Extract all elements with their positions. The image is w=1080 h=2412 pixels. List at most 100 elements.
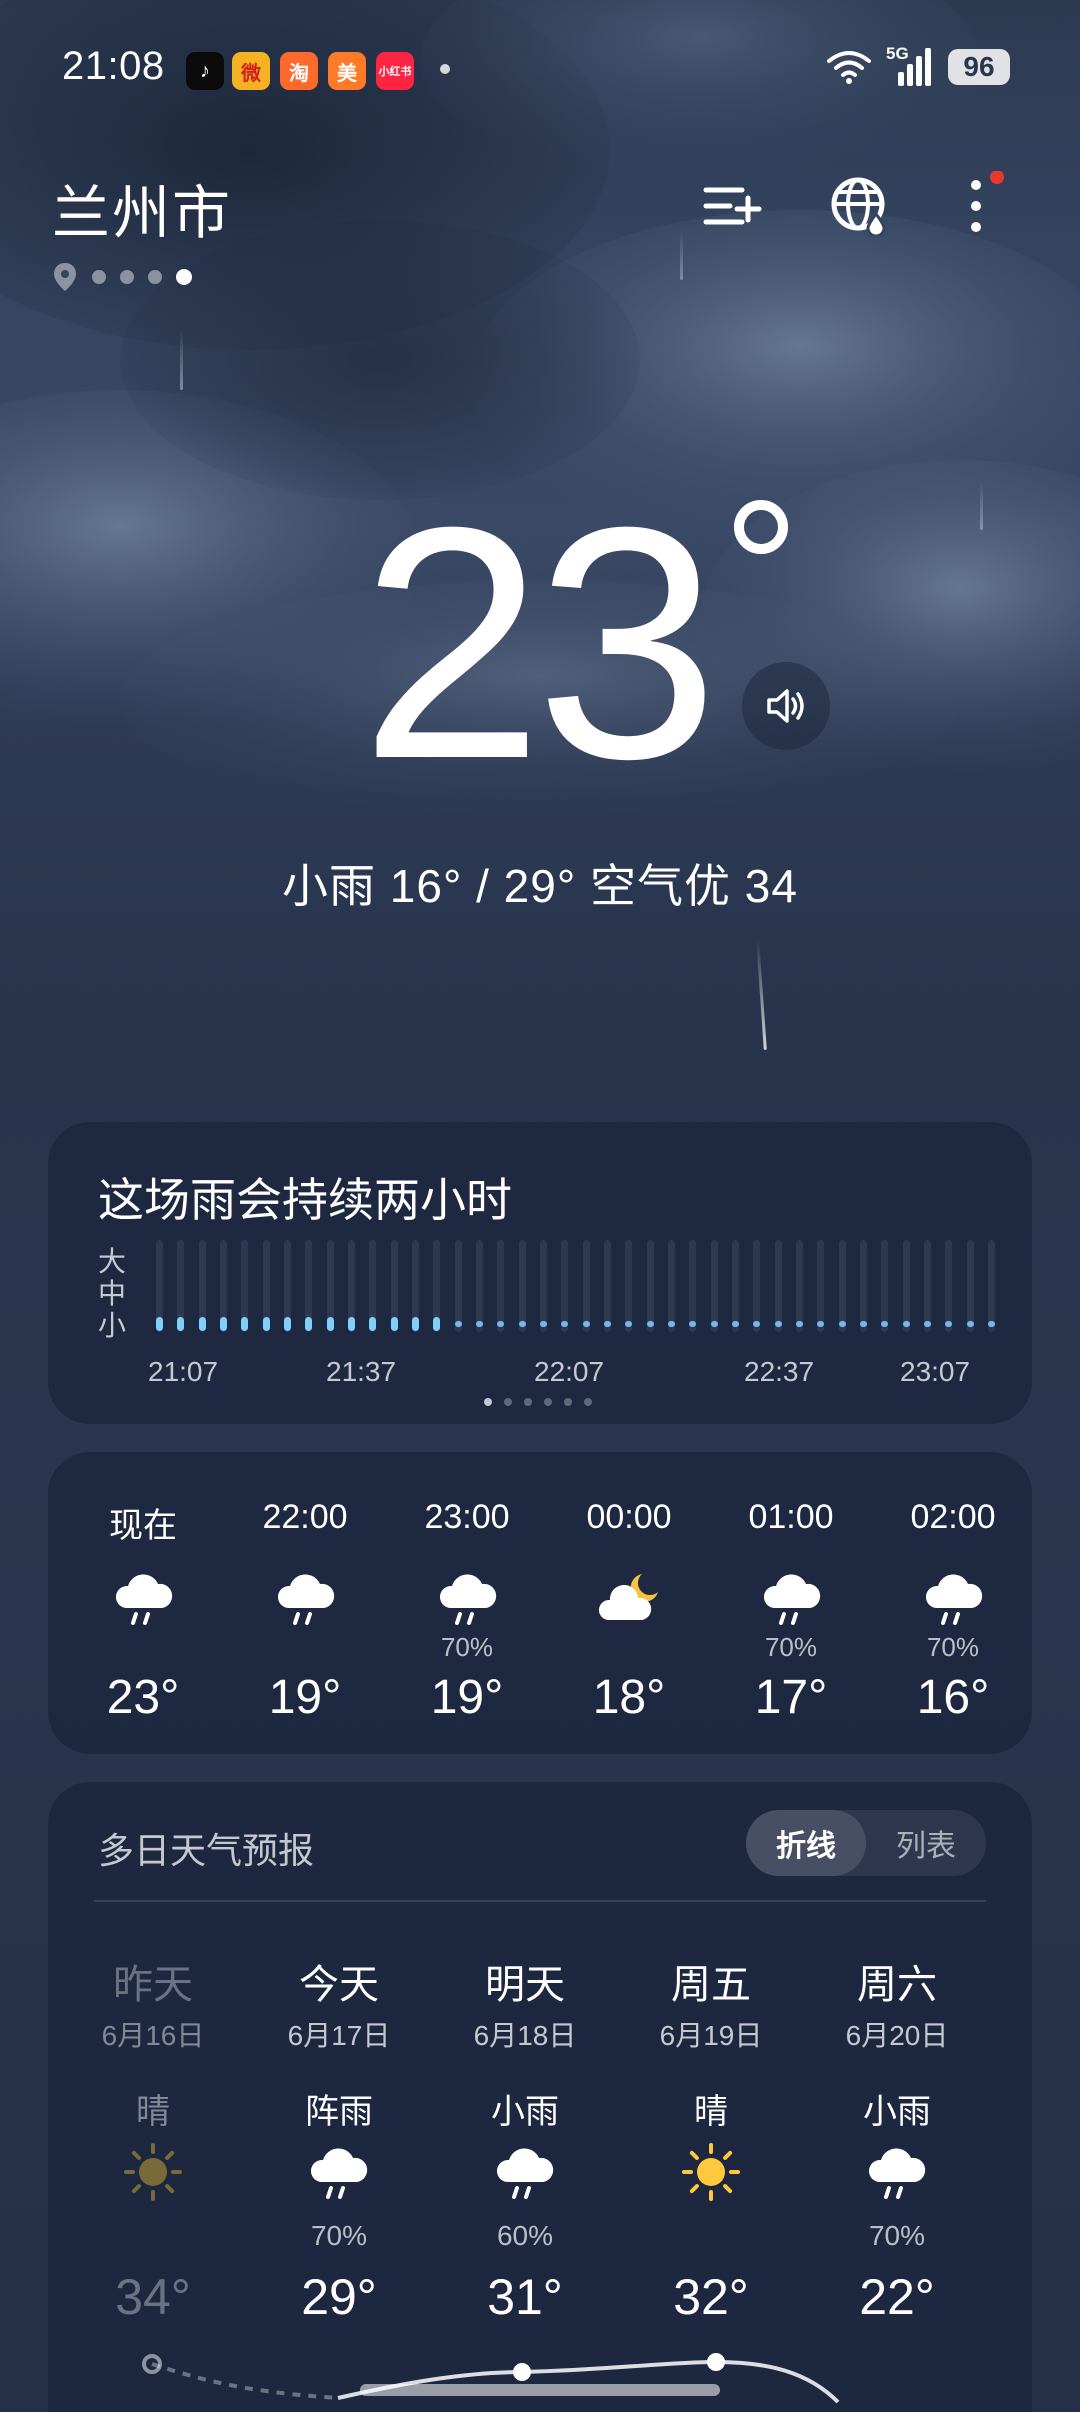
precip-bar-track (775, 1240, 782, 1332)
precip-bar-rain (263, 1317, 270, 1331)
precip-bar-track (689, 1240, 696, 1332)
precip-bar-track (796, 1240, 803, 1332)
daily-item[interactable]: 周五 6月19日晴 32° (618, 1782, 804, 2342)
precip-bar-none (753, 1321, 760, 1327)
daily-forecast-card[interactable]: 多日天气预报 折线 列表 昨天 6月16日晴 34° 今天 6月17日 阵雨 70% 29° 明… (48, 1782, 1032, 2412)
hour-time: 02:00 (910, 1498, 996, 1536)
precip-bar-none (625, 1321, 632, 1327)
precip-bar-rain (433, 1317, 440, 1331)
precip-bar-rain (220, 1317, 227, 1331)
hourly-forecast-card[interactable]: 现在 23° 22:00 19° 23:00 70% 19° 00:00 18° 01:00 70%… (48, 1452, 1032, 1754)
day-date: 6月17日 (287, 2020, 391, 2051)
douyin-icon: ♪ (186, 52, 224, 90)
precipitation-bars (156, 1240, 995, 1332)
precip-bar-rain (199, 1317, 206, 1331)
day-weather-icon (307, 2142, 371, 2202)
precip-bar-none (839, 1321, 846, 1327)
hourly-item[interactable]: 00:00 18° (548, 1452, 710, 1754)
day-precip-chance: 60% (496, 2220, 554, 2251)
raindrop (980, 480, 983, 530)
precip-bar-none (668, 1321, 675, 1327)
hourly-item[interactable]: 01:00 70% 17° (710, 1452, 872, 1754)
network-type: 5G (886, 44, 909, 63)
page-dot (92, 270, 106, 284)
precip-bar-none (988, 1321, 995, 1327)
page-dot (120, 270, 134, 284)
rain-icon (925, 1574, 983, 1625)
hour-weather-icon (760, 1568, 824, 1628)
intensity-heavy: 大 (98, 1246, 127, 1277)
precip-bar-none (881, 1321, 888, 1327)
hourly-item[interactable]: 现在 23° (62, 1452, 224, 1754)
hour-weather-icon (436, 1568, 500, 1628)
day-high-temperature: 31° (487, 2269, 563, 2325)
day-high-temperature: 22° (859, 2269, 935, 2325)
hourly-item[interactable]: 02:00 70% 16° (872, 1452, 1034, 1754)
card-page-dot (544, 1398, 552, 1406)
day-precip-chance: 70% (310, 2220, 368, 2251)
precip-bar-none (604, 1321, 611, 1327)
day-condition: 小雨 (491, 2093, 559, 2131)
precip-bar-none (540, 1321, 547, 1327)
card-page-dot (504, 1398, 512, 1406)
hour-time: 22:00 (262, 1498, 348, 1536)
rain-time-axis: 21:07 21:37 22:07 22:37 23:07 (148, 1356, 1008, 1392)
rain-icon (439, 1574, 497, 1625)
more-vertical-icon (971, 171, 1004, 232)
rain-forecast-card[interactable]: 这场雨会持续两小时 大 中 小 21:07 21:37 22:07 22:37 … (48, 1122, 1032, 1424)
city-name[interactable]: 兰州市 (52, 166, 232, 250)
add-city-button[interactable] (692, 166, 772, 246)
precip-bar-none (903, 1321, 910, 1327)
day-weather-icon (865, 2142, 929, 2202)
precip-bar-track (540, 1240, 547, 1332)
temperature-curve (142, 2353, 840, 2404)
voice-broadcast-button[interactable] (742, 662, 830, 750)
precip-bar-none (497, 1321, 504, 1327)
day-name: 明天 (485, 1963, 565, 2007)
time-tick: 21:07 (148, 1356, 219, 1387)
card-page-dot (584, 1398, 592, 1406)
add-city-icon (703, 187, 762, 225)
hourly-item[interactable]: 22:00 19° (224, 1452, 386, 1754)
rain-intensity-labels: 大 中 小 (98, 1246, 126, 1342)
daily-item[interactable]: 周六 6月20日 小雨 70% 22° (804, 1782, 990, 2342)
city-page-indicator (52, 262, 192, 292)
precip-bar-none (647, 1321, 654, 1327)
global-weather-button[interactable] (820, 166, 900, 246)
daily-item[interactable]: 明天 6月18日 小雨 60% 31° (432, 1782, 618, 2342)
time-tick: 23:07 (900, 1356, 971, 1387)
hourly-item[interactable]: 23:00 70% 19° (386, 1452, 548, 1754)
app-label: 微 (241, 62, 261, 85)
daily-item[interactable]: 今天 6月17日 阵雨 70% 29° (246, 1782, 432, 2342)
wifi-icon (827, 51, 871, 84)
day-date: 6月20日 (845, 2020, 949, 2051)
daily-item[interactable]: 昨天 6月16日晴 34° (60, 1782, 246, 2342)
day-high-temperature: 32° (673, 2269, 749, 2325)
home-indicator[interactable] (360, 2384, 720, 2396)
precip-bar-track (753, 1240, 760, 1332)
rain-icon (496, 2148, 554, 2199)
more-menu-button[interactable] (944, 166, 1024, 246)
speaker-icon (767, 689, 804, 723)
card-page-indicator (484, 1398, 592, 1406)
precip-bar-track (561, 1240, 568, 1332)
precip-bar-none (775, 1321, 782, 1327)
precip-bar-track (839, 1240, 846, 1332)
rain-icon (868, 2148, 926, 2199)
precip-bar-track (604, 1240, 611, 1332)
sun-icon (682, 2143, 740, 2201)
precip-bar-none (711, 1321, 718, 1327)
precip-bar-rain (284, 1317, 291, 1331)
hour-temperature: 19° (268, 1671, 342, 1724)
precip-bar-rain (177, 1317, 184, 1331)
weather-summary: 小雨 16° / 29° 空气优 34 (282, 860, 798, 912)
precip-bar-track (625, 1240, 632, 1332)
hour-weather-icon (112, 1568, 176, 1628)
precip-bar-none (967, 1321, 974, 1327)
precip-bar-track (860, 1240, 867, 1332)
day-condition: 晴 (694, 2093, 728, 2131)
precip-bar-track (903, 1240, 910, 1332)
sun-icon (124, 2143, 182, 2201)
raindrop (756, 940, 767, 1050)
precip-bar-none (519, 1321, 526, 1327)
